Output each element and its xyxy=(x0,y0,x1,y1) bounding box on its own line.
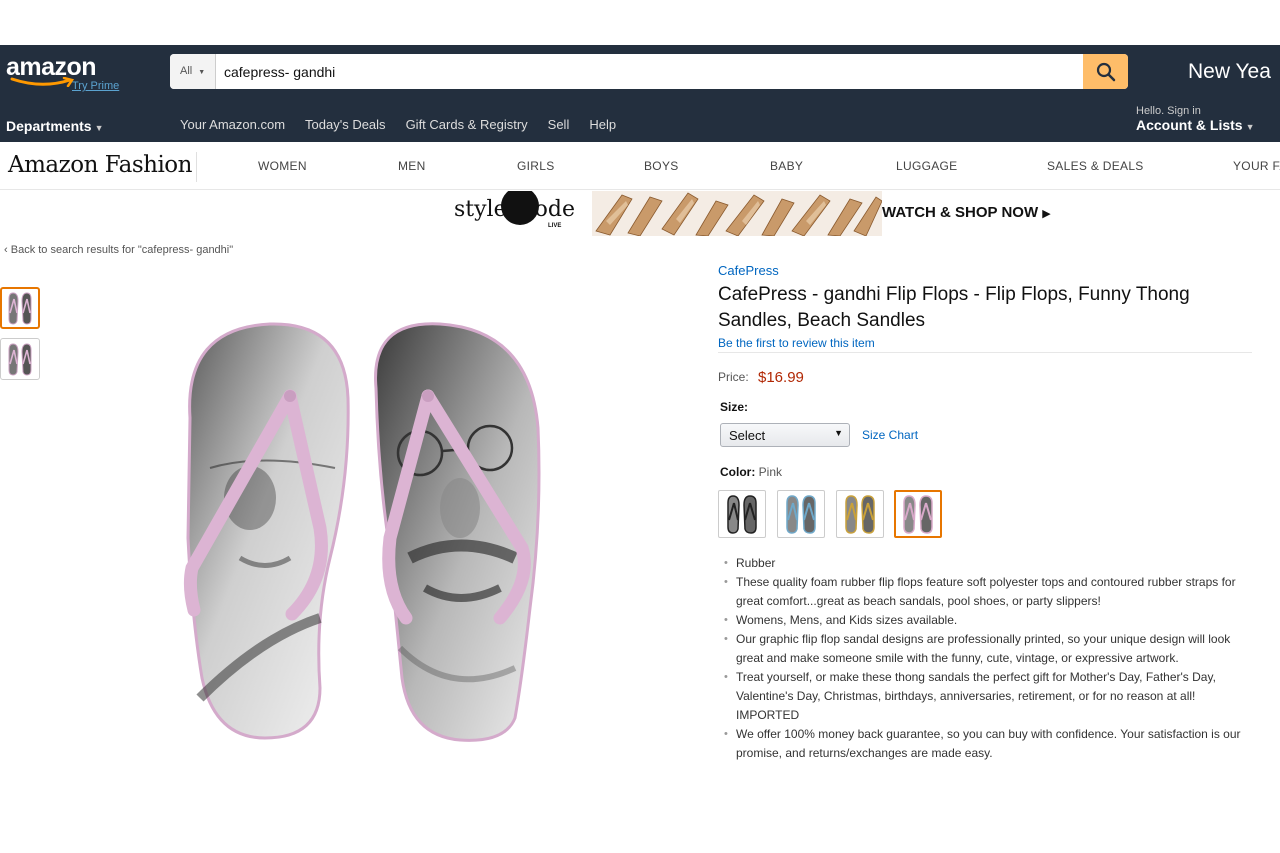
style-code-logo: style ode xyxy=(454,191,575,225)
fashion-link-luggage[interactable]: LUGGAGE xyxy=(896,159,957,173)
color-label: Color: Pink xyxy=(720,465,782,479)
fashion-link-girls[interactable]: GIRLS xyxy=(517,159,555,173)
chevron-left-icon: ‹ xyxy=(4,244,8,256)
nav-link-gift-cards[interactable]: Gift Cards & Registry xyxy=(406,117,528,132)
try-prime-link[interactable]: Try Prime xyxy=(72,80,119,92)
departments-menu[interactable]: Departments ▼ xyxy=(6,118,104,134)
banner-logo-left: style xyxy=(454,197,507,222)
flip-flop-swatch-icon xyxy=(786,495,816,534)
product-main-image[interactable] xyxy=(170,318,560,748)
search-icon xyxy=(1096,62,1115,81)
feature-bullet: We offer 100% money back guarantee, so y… xyxy=(722,725,1252,763)
search-scope-dropdown[interactable]: All ▼ xyxy=(170,54,216,89)
price-value: $16.99 xyxy=(758,369,804,386)
amazon-logo[interactable]: amazon Try Prime xyxy=(6,53,131,95)
size-chart-link[interactable]: Size Chart xyxy=(862,428,918,442)
fashion-link-your-fashion[interactable]: YOUR FA xyxy=(1233,159,1280,173)
feature-bullet: Womens, Mens, and Kids sizes available. xyxy=(722,611,1252,630)
fashion-link-men[interactable]: MEN xyxy=(398,159,426,173)
nav-link-help[interactable]: Help xyxy=(589,117,616,132)
amazon-fashion-logo[interactable]: Amazon Fashion xyxy=(8,152,192,178)
color-value: Pink xyxy=(758,465,783,479)
flip-flop-thumbnail-icon xyxy=(8,343,32,376)
account-lists-label: Account & Lists xyxy=(1136,117,1243,133)
back-link-label: Back to search results for "cafepress- g… xyxy=(10,244,234,256)
banner-logo-right: ode xyxy=(534,197,575,222)
flip-flop-swatch-icon xyxy=(903,495,933,534)
banner-live-label: LIVE xyxy=(548,223,562,229)
promo-text[interactable]: New Yea xyxy=(1188,60,1271,84)
thumbnail-2[interactable] xyxy=(0,338,40,380)
account-hello: Hello. Sign in xyxy=(1136,105,1201,117)
thumbnail-1[interactable] xyxy=(0,287,40,329)
feature-bullet: Rubber xyxy=(722,554,1252,573)
feature-bullet: Treat yourself, or make these thong sand… xyxy=(722,668,1252,725)
feature-bullet: These quality foam rubber flip flops fea… xyxy=(722,573,1252,611)
smile-arrow-icon xyxy=(10,77,75,87)
review-link[interactable]: Be the first to review this item xyxy=(718,336,875,350)
brand-link[interactable]: CafePress xyxy=(718,263,779,278)
feature-bullet: Our graphic flip flop sandal designs are… xyxy=(722,630,1252,668)
price-label: Price: xyxy=(718,370,749,384)
fashion-link-boys[interactable]: BOYS xyxy=(644,159,679,173)
fashion-link-women[interactable]: WOMEN xyxy=(258,159,307,173)
search-button[interactable] xyxy=(1083,54,1128,89)
divider xyxy=(718,352,1252,353)
gold-shoes-image xyxy=(592,191,882,236)
fashion-link-sales-deals[interactable]: SALES & DEALS xyxy=(1047,159,1144,173)
divider xyxy=(196,152,197,182)
banner-logo-dot xyxy=(500,191,539,225)
product-title: CafePress - gandhi Flip Flops - Flip Flo… xyxy=(718,284,1190,331)
search-input[interactable] xyxy=(222,54,1082,89)
size-selected-value: Select xyxy=(729,428,766,443)
search-scope-label: All xyxy=(180,65,193,77)
fashion-link-baby[interactable]: BABY xyxy=(770,159,803,173)
style-code-banner[interactable]: style ode LIVE WATCH & SHOP NOW ▶ xyxy=(444,191,1084,236)
account-menu[interactable]: Hello. Sign in Account & Lists ▼ xyxy=(1136,105,1255,135)
caret-down-icon: ▼ xyxy=(834,428,843,438)
caret-down-icon: ▼ xyxy=(94,123,104,133)
color-label-title: Color: xyxy=(720,465,756,479)
color-swatch-blue[interactable] xyxy=(777,490,825,538)
back-to-results-link[interactable]: ‹ Back to search results for "cafepress-… xyxy=(4,244,233,256)
search-bar: All ▼ xyxy=(170,54,1128,89)
size-label: Size: xyxy=(720,400,749,414)
nav-link-your-amazon[interactable]: Your Amazon.com xyxy=(180,117,285,132)
departments-label: Departments xyxy=(6,118,92,134)
banner-cta-label: WATCH & SHOP NOW xyxy=(882,204,1039,221)
color-swatch-pink[interactable] xyxy=(894,490,942,538)
nav-link-todays-deals[interactable]: Today's Deals xyxy=(305,117,386,132)
feature-bullets: Rubber These quality foam rubber flip fl… xyxy=(722,554,1252,763)
flip-flop-swatch-icon xyxy=(845,495,875,534)
nav-links: Your Amazon.com Today's Deals Gift Cards… xyxy=(180,117,636,132)
nav-link-sell[interactable]: Sell xyxy=(548,117,570,132)
fashion-nav: Amazon Fashion WOMEN MEN GIRLS BOYS BABY… xyxy=(0,142,1280,190)
color-swatch-black[interactable] xyxy=(718,490,766,538)
flip-flop-swatch-icon xyxy=(727,495,757,534)
banner-cta[interactable]: WATCH & SHOP NOW ▶ xyxy=(882,204,1051,221)
flip-flop-thumbnail-icon xyxy=(8,292,32,325)
top-nav-bar: amazon Try Prime All ▼ New Yea Departmen… xyxy=(0,45,1280,142)
caret-down-icon: ▼ xyxy=(1245,122,1255,132)
chevron-down-icon: ▼ xyxy=(198,69,206,76)
play-arrow-icon: ▶ xyxy=(1042,208,1051,220)
color-swatch-gold[interactable] xyxy=(836,490,884,538)
size-select[interactable]: Select ▼ xyxy=(720,423,850,447)
